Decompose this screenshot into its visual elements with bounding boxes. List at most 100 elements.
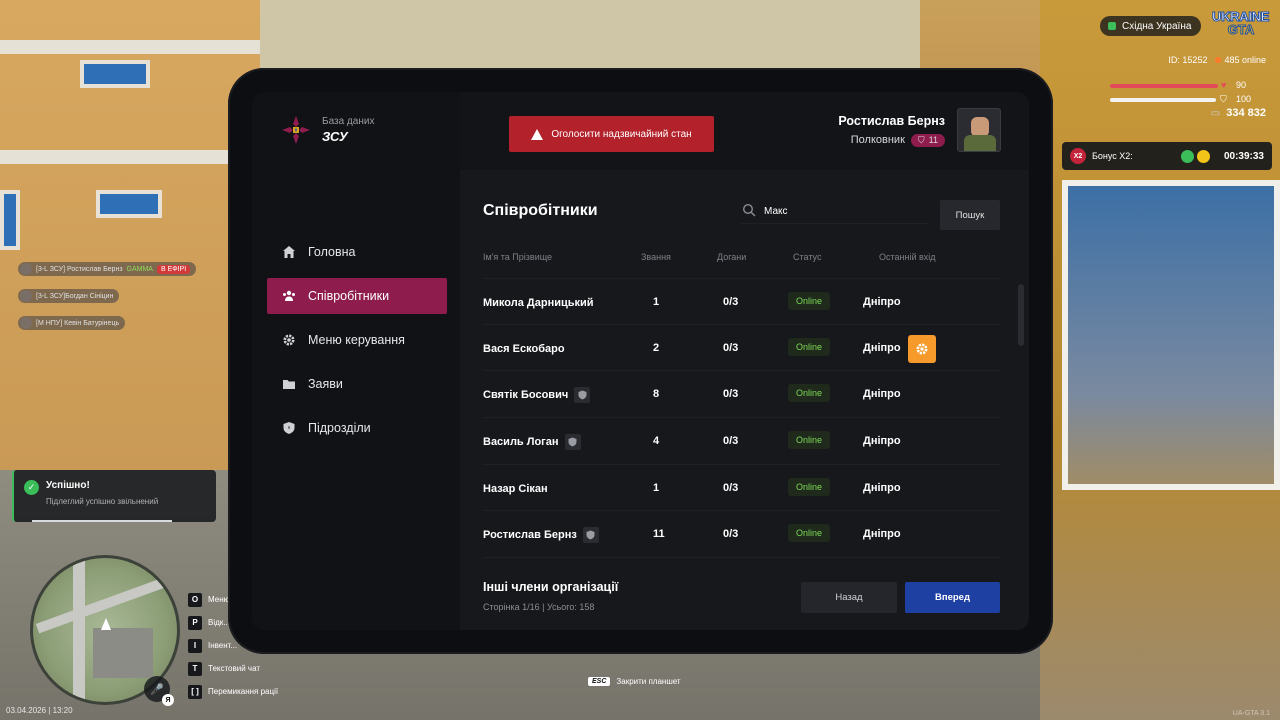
- column-status: Статус: [793, 252, 822, 262]
- bonus-panel: X2 Бонус X2: 00:39:33: [1062, 142, 1272, 170]
- status-badge: Online: [788, 431, 831, 450]
- shield-icon: [574, 387, 591, 404]
- brand: База даних ЗСУ: [280, 114, 374, 146]
- table-scrollbar[interactable]: [1018, 284, 1024, 346]
- sidebar: База даних ЗСУ Головна Співробітники Мен…: [252, 92, 460, 630]
- bonus-icons: [1180, 149, 1210, 163]
- users-icon: [282, 289, 296, 303]
- sidebar-item-label: Меню керування: [308, 333, 405, 347]
- employee-last-login: Дніпро: [863, 388, 901, 401]
- employee-settings-button[interactable]: [908, 334, 936, 363]
- key-hint-row: T Текстовий чат: [188, 657, 278, 680]
- success-toast: ✓ Успішно! Підлеглий успішно звільнений: [12, 470, 216, 522]
- home-icon: [282, 245, 296, 259]
- server-logo: UKRAINE GTA: [1212, 10, 1270, 40]
- search-input[interactable]: [764, 206, 914, 217]
- column-name: Ім'я та Прізвище: [483, 252, 553, 262]
- close-tablet-hint[interactable]: ESC Закрити планшет: [588, 677, 681, 686]
- sidebar-item-management[interactable]: Меню керування: [267, 322, 447, 358]
- avatar: [957, 108, 1001, 152]
- employee-reprimands: 0/3: [723, 481, 739, 494]
- voice-feed-item: [3-L ЗСУ] Ростислав Бернз GAMMA В ЕФІРІ: [18, 262, 197, 276]
- employee-last-login: Дніпро: [863, 341, 901, 354]
- search-button[interactable]: Пошук: [940, 200, 1000, 230]
- employee-name: Василь Логан: [483, 432, 581, 452]
- background-window: [0, 190, 20, 250]
- employee-rank: 8: [653, 388, 660, 401]
- sidebar-item-applications[interactable]: Заяви: [267, 366, 447, 402]
- key-label: Інвент...: [208, 641, 238, 650]
- user-rank: Полковник: [850, 134, 905, 146]
- employee-rank: 1: [653, 481, 660, 494]
- zsu-emblem-icon: [280, 114, 312, 146]
- health-bar: [1110, 84, 1218, 88]
- emergency-label: Оголосити надзвичайний стан: [551, 128, 692, 140]
- other-members: Інші члени організації Сторінка 1/16 | У…: [483, 580, 618, 612]
- bonus-timer: 00:39:33: [1223, 150, 1264, 162]
- back-button[interactable]: Назад: [801, 582, 897, 613]
- esc-key: ESC: [588, 677, 611, 686]
- tablet-device: База даних ЗСУ Головна Співробітники Мен…: [228, 68, 1053, 654]
- status-badge: Online: [788, 292, 831, 310]
- background-building: [0, 0, 260, 470]
- voice-feed-item: [3-L ЗСУ]Богдан Сініцин: [18, 289, 120, 303]
- player-id: ID: 15252: [1168, 55, 1208, 65]
- shield-icon: [582, 527, 599, 544]
- shield-icon: [282, 421, 296, 435]
- region-flag-icon: [1108, 22, 1116, 30]
- table-row[interactable]: Василь Логан 4 0/3 Online Дніпро: [483, 418, 1001, 465]
- user-rank-line: Полковник ⛉ 11: [838, 133, 945, 147]
- table-row[interactable]: Святік Босович 8 0/3 Online Дніпро: [483, 371, 1001, 419]
- table-row[interactable]: Вася Ескобаро 2 0/3 Online Дніпро: [483, 325, 1001, 372]
- folder-icon: [282, 377, 296, 391]
- background-large-window: [1062, 180, 1280, 490]
- employee-last-login: Дніпро: [863, 296, 901, 308]
- sidebar-item-home[interactable]: Головна: [267, 234, 447, 270]
- pagination-info: Сторінка 1/16 | Усього: 158: [483, 602, 595, 612]
- key-cap: O: [188, 592, 202, 607]
- key-cap: P: [188, 615, 202, 630]
- warning-icon: [531, 128, 544, 140]
- background-roof: [200, 0, 920, 70]
- search-box: [740, 200, 928, 224]
- gear-icon: [916, 343, 928, 355]
- rank-level-badge: ⛉ 11: [910, 133, 945, 147]
- money-value: 334 832: [1226, 107, 1266, 119]
- toast-message: Підлеглий успішно звільнений: [46, 497, 159, 506]
- key-hint-row: [ ] Перемикання рації: [188, 680, 278, 703]
- bonus-leaf-icon: [1180, 149, 1194, 163]
- column-last-login: Останній вхід: [879, 252, 936, 262]
- map-building: [93, 628, 153, 678]
- sidebar-item-employees[interactable]: Співробітники: [267, 278, 447, 314]
- shield-icon: [564, 434, 581, 451]
- sidebar-item-label: Підрозділи: [308, 421, 371, 435]
- key-label: Меню: [208, 595, 230, 604]
- money-icon: ▭: [1210, 107, 1221, 119]
- live-badge: В ЕФІРІ: [156, 264, 191, 274]
- avatar: [20, 317, 32, 329]
- table-row[interactable]: Микола Дарницький 1 0/3 Online Дніпро: [483, 278, 1001, 325]
- employee-rank: 2: [653, 341, 660, 354]
- user-profile: Ростислав Бернз Полковник ⛉ 11: [838, 108, 1001, 152]
- key-label: Перемикання рації: [208, 687, 279, 696]
- employee-rank: 1: [653, 296, 660, 308]
- other-members-title: Інші члени організації: [483, 580, 619, 594]
- sidebar-item-units[interactable]: Підрозділи: [267, 410, 447, 446]
- brand-title: ЗСУ: [322, 129, 348, 144]
- column-rank: Звання: [641, 252, 671, 262]
- feed-tag: GAMMA: [126, 265, 153, 273]
- employee-name: Вася Ескобаро: [483, 342, 565, 355]
- armor-value: 100: [1236, 94, 1252, 104]
- brand-subtitle: База даних: [322, 116, 375, 127]
- table-row[interactable]: Назар Сікан 1 0/3 Online Дніпро: [483, 465, 1001, 512]
- money-display: ▭ 334 832: [1211, 107, 1266, 119]
- declare-emergency-button[interactable]: Оголосити надзвичайний стан: [509, 116, 714, 152]
- employee-reprimands: 0/3: [723, 435, 739, 448]
- datetime: 03.04.2026 | 13:20: [6, 706, 73, 715]
- x2-badge: X2: [1070, 148, 1086, 164]
- next-button[interactable]: Вперед: [905, 582, 1000, 613]
- employee-name: Микола Дарницький: [483, 297, 594, 309]
- online-count: 485 online: [1215, 55, 1266, 65]
- key-label: Відк...: [208, 618, 230, 627]
- table-row[interactable]: Ростислав Бернз 11 0/3 Online Дніпро: [483, 511, 1001, 559]
